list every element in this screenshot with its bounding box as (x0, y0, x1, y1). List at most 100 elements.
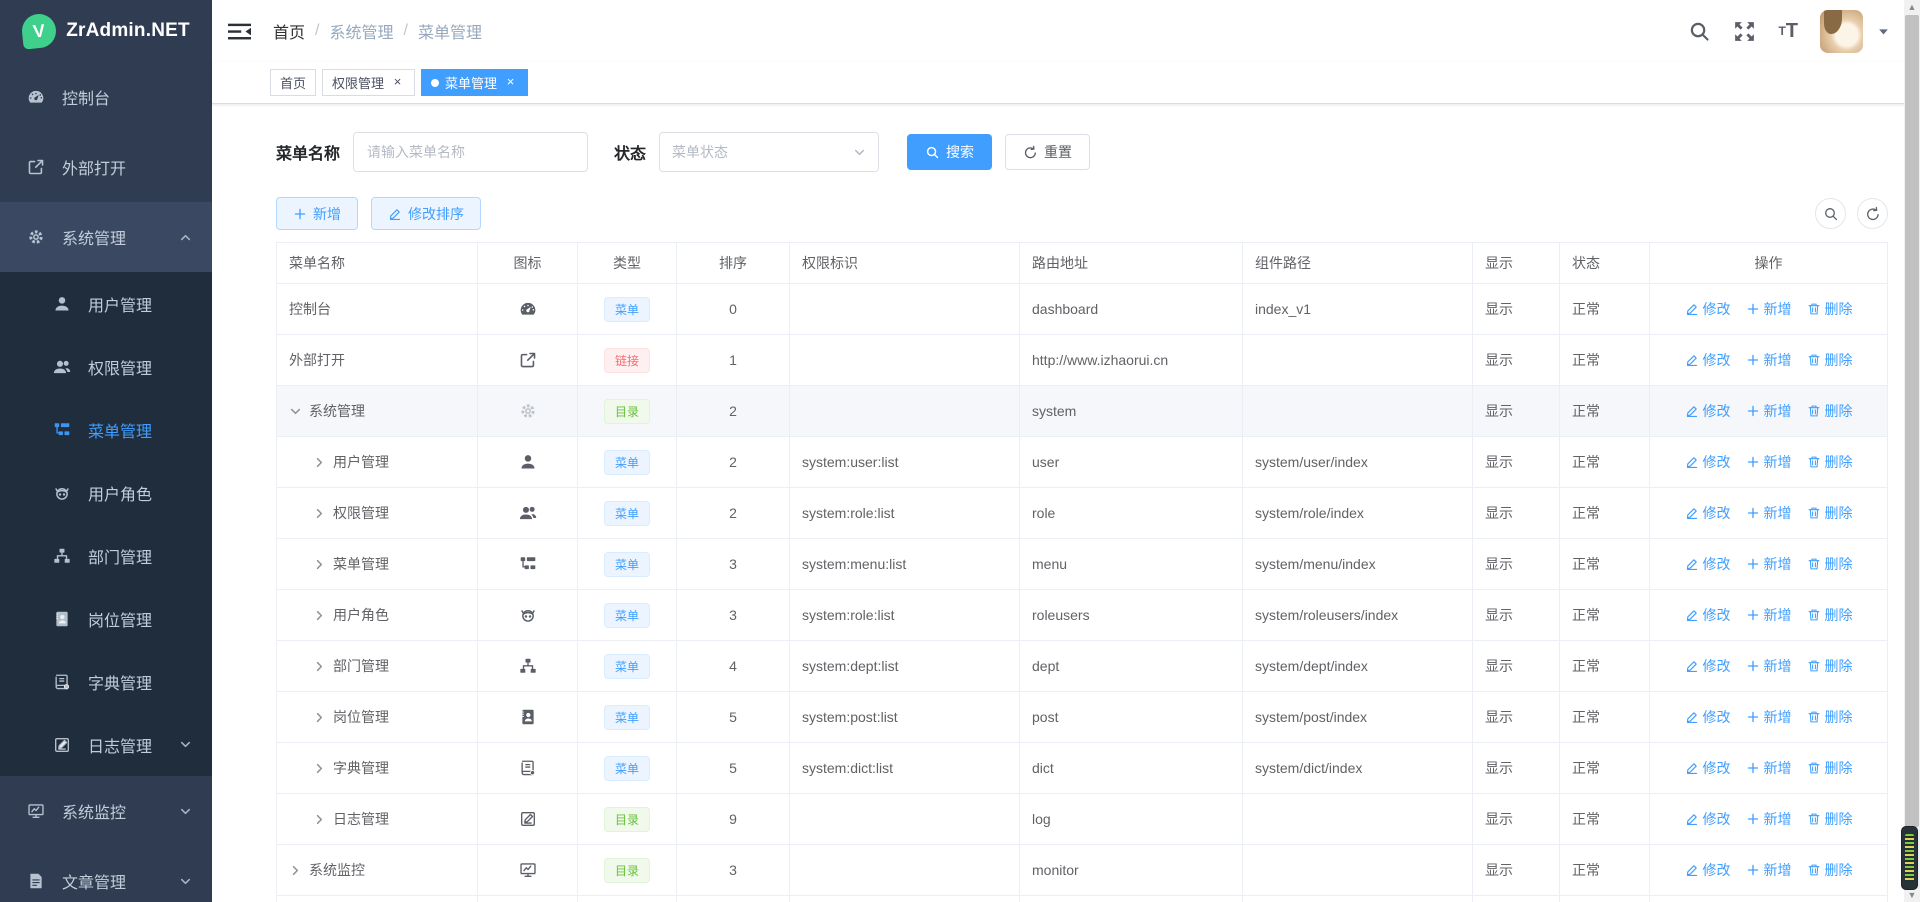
sidebar-item[interactable]: 部门管理 (0, 524, 212, 587)
fullscreen-icon[interactable] (1733, 20, 1756, 43)
app-logo[interactable]: V ZrAdmin.NET (0, 0, 212, 62)
sidebar-item[interactable]: 外部打开 (0, 132, 212, 202)
tab-item[interactable]: 权限管理× (322, 69, 415, 96)
expand-row-icon[interactable] (313, 507, 326, 520)
search-icon[interactable] (1688, 20, 1711, 43)
table-row[interactable]: 字典管理菜单5system:dict:listdictsystem/dict/i… (277, 743, 1887, 794)
add-menu-button[interactable]: 新增 (276, 197, 358, 230)
edit-button[interactable]: 修改 (1685, 503, 1731, 523)
sidebar-item[interactable]: 菜单管理 (0, 398, 212, 461)
delete-button[interactable]: 删除 (1807, 350, 1853, 370)
add-button[interactable]: 新增 (1746, 758, 1792, 778)
sidebar-collapse-icon[interactable] (228, 22, 251, 41)
table-row[interactable]: 用户管理菜单2system:user:listusersystem/user/i… (277, 437, 1887, 488)
scrollbar-thumb[interactable] (1905, 15, 1919, 827)
add-button[interactable]: 新增 (1746, 656, 1792, 676)
table-row[interactable]: 日志管理目录9log显示正常修改新增删除 (277, 794, 1887, 845)
scrollbar-down-arrow[interactable]: ▼ (1904, 888, 1920, 902)
delete-button[interactable]: 删除 (1807, 758, 1853, 778)
add-button[interactable]: 新增 (1746, 809, 1792, 829)
add-button[interactable]: 新增 (1746, 401, 1792, 421)
expand-row-icon[interactable] (313, 609, 326, 622)
refresh-table-icon[interactable] (1857, 198, 1888, 229)
sidebar-item[interactable]: 用户角色 (0, 461, 212, 524)
font-size-icon[interactable]: TT (1778, 20, 1798, 43)
sidebar-item[interactable]: 字典管理 (0, 650, 212, 713)
table-row[interactable]: 用户角色菜单3system:role:listroleuserssystem/r… (277, 590, 1887, 641)
table-row[interactable]: 部门管理菜单4system:dept:listdeptsystem/dept/i… (277, 641, 1887, 692)
browser-extension-widget[interactable] (1901, 826, 1918, 890)
sidebar-item[interactable]: 文章管理 (0, 846, 212, 902)
add-button[interactable]: 新增 (1746, 503, 1792, 523)
add-button[interactable]: 新增 (1746, 452, 1792, 472)
table-row[interactable]: 岗位管理菜单5system:post:listpostsystem/post/i… (277, 692, 1887, 743)
delete-button[interactable]: 删除 (1807, 299, 1853, 319)
sidebar-item[interactable]: 系统监控 (0, 776, 212, 846)
expand-row-icon[interactable] (313, 762, 326, 775)
add-button[interactable]: 新增 (1746, 350, 1792, 370)
tab-item[interactable]: 首页 (270, 69, 316, 96)
user-avatar[interactable] (1820, 10, 1863, 53)
delete-button[interactable]: 删除 (1807, 401, 1853, 421)
sidebar-item[interactable]: 用户管理 (0, 272, 212, 335)
visible-cell: 显示 (1473, 335, 1560, 386)
delete-button[interactable]: 删除 (1807, 860, 1853, 880)
sidebar-item[interactable]: 岗位管理 (0, 587, 212, 650)
delete-button[interactable]: 删除 (1807, 554, 1853, 574)
perm-cell: system:dict:list (790, 743, 1020, 794)
edit-button[interactable]: 修改 (1685, 707, 1731, 727)
delete-button[interactable]: 删除 (1807, 503, 1853, 523)
add-button[interactable]: 新增 (1746, 707, 1792, 727)
expand-row-icon[interactable] (313, 660, 326, 673)
sidebar-item[interactable]: 控制台 (0, 62, 212, 132)
scrollbar-up-arrow[interactable]: ▲ (1904, 0, 1920, 14)
breadcrumb-item[interactable]: 首页 (273, 19, 305, 43)
table-row[interactable]: 系统管理目录2system显示正常修改新增删除 (277, 386, 1887, 437)
table-row[interactable]: 控制台菜单0dashboardindex_v1显示正常修改新增删除 (277, 284, 1887, 335)
sidebar-item[interactable]: 系统管理 (0, 202, 212, 272)
edit-button[interactable]: 修改 (1685, 452, 1731, 472)
edit-button[interactable]: 修改 (1685, 554, 1731, 574)
table-row[interactable]: 系统监控目录3monitor显示正常修改新增删除 (277, 845, 1887, 896)
edit-button[interactable]: 修改 (1685, 809, 1731, 829)
delete-button[interactable]: 删除 (1807, 707, 1853, 727)
show-search-toggle-icon[interactable] (1815, 198, 1846, 229)
edit-button[interactable]: 修改 (1685, 401, 1731, 421)
delete-button[interactable]: 删除 (1807, 809, 1853, 829)
edit-button[interactable]: 修改 (1685, 758, 1731, 778)
add-button[interactable]: 新增 (1746, 605, 1792, 625)
sidebar-item[interactable]: 权限管理 (0, 335, 212, 398)
tab-item[interactable]: 菜单管理× (421, 69, 528, 96)
caret-down-icon[interactable] (1877, 25, 1890, 38)
delete-button[interactable]: 删除 (1807, 605, 1853, 625)
expand-row-icon[interactable] (313, 558, 326, 571)
menu-name-input[interactable] (353, 132, 588, 172)
close-icon[interactable]: × (503, 75, 518, 90)
edit-button[interactable]: 修改 (1685, 605, 1731, 625)
add-button[interactable]: 新增 (1746, 299, 1792, 319)
table-row[interactable]: 外部打开链接1http://www.izhaorui.cn显示正常修改新增删除 (277, 335, 1887, 386)
collapse-row-icon[interactable] (289, 405, 302, 418)
search-button[interactable]: 搜索 (907, 134, 992, 170)
status-select[interactable]: 菜单状态 (659, 132, 879, 172)
close-icon[interactable]: × (390, 75, 405, 90)
add-button[interactable]: 新增 (1746, 554, 1792, 574)
edit-sort-button[interactable]: 修改排序 (371, 197, 481, 230)
add-button[interactable]: 新增 (1746, 860, 1792, 880)
edit-button[interactable]: 修改 (1685, 350, 1731, 370)
delete-button[interactable]: 删除 (1807, 656, 1853, 676)
table-row[interactable]: 菜单管理菜单3system:menu:listmenusystem/menu/i… (277, 539, 1887, 590)
expand-row-icon[interactable] (289, 864, 302, 877)
route-cell: menu (1020, 539, 1243, 590)
edit-button[interactable]: 修改 (1685, 860, 1731, 880)
expand-row-icon[interactable] (313, 711, 326, 724)
table-row[interactable]: 权限管理菜单2system:role:listrolesystem/role/i… (277, 488, 1887, 539)
edit-button[interactable]: 修改 (1685, 299, 1731, 319)
sidebar-item[interactable]: 日志管理 (0, 713, 212, 776)
expand-row-icon[interactable] (313, 456, 326, 469)
expand-row-icon[interactable] (313, 813, 326, 826)
reset-button[interactable]: 重置 (1005, 134, 1090, 170)
delete-button[interactable]: 删除 (1807, 452, 1853, 472)
page-scrollbar[interactable]: ▲ ▼ (1904, 0, 1920, 902)
edit-button[interactable]: 修改 (1685, 656, 1731, 676)
